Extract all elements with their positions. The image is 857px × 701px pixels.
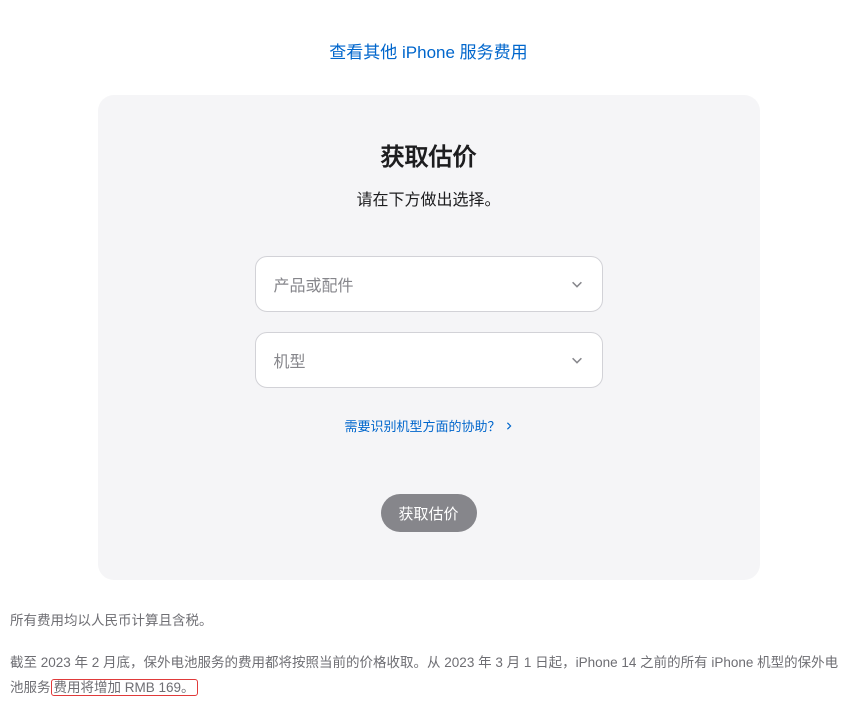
get-estimate-button[interactable]: 获取估价	[381, 494, 477, 532]
card-title: 获取估价	[138, 137, 720, 172]
model-dropdown[interactable]: 机型	[255, 332, 603, 388]
chevron-down-icon	[570, 353, 584, 367]
disclaimer-line-2: 截至 2023 年 2 月底，保外电池服务的费用都将按照当前的价格收取。从 20…	[10, 650, 847, 701]
estimate-card: 获取估价 请在下方做出选择。 产品或配件 机型 需要识别机型方面的协助？ 获取估…	[98, 95, 760, 580]
help-link-text: 需要识别机型方面的协助？	[344, 416, 500, 435]
product-dropdown-label: 产品或配件	[274, 272, 354, 296]
price-increase-highlight: 费用将增加 RMB 169。	[51, 679, 198, 696]
product-dropdown[interactable]: 产品或配件	[255, 256, 603, 312]
card-subtitle: 请在下方做出选择。	[138, 186, 720, 210]
chevron-down-icon	[570, 277, 584, 291]
model-dropdown-label: 机型	[274, 348, 306, 372]
help-identify-link[interactable]: 需要识别机型方面的协助？	[344, 416, 512, 435]
disclaimer-section: 所有费用均以人民币计算且含税。 截至 2023 年 2 月底，保外电池服务的费用…	[10, 608, 847, 701]
chevron-right-icon	[505, 422, 513, 430]
other-fees-link[interactable]: 查看其他 iPhone 服务费用	[0, 0, 857, 63]
disclaimer-line-1: 所有费用均以人民币计算且含税。	[10, 608, 847, 634]
